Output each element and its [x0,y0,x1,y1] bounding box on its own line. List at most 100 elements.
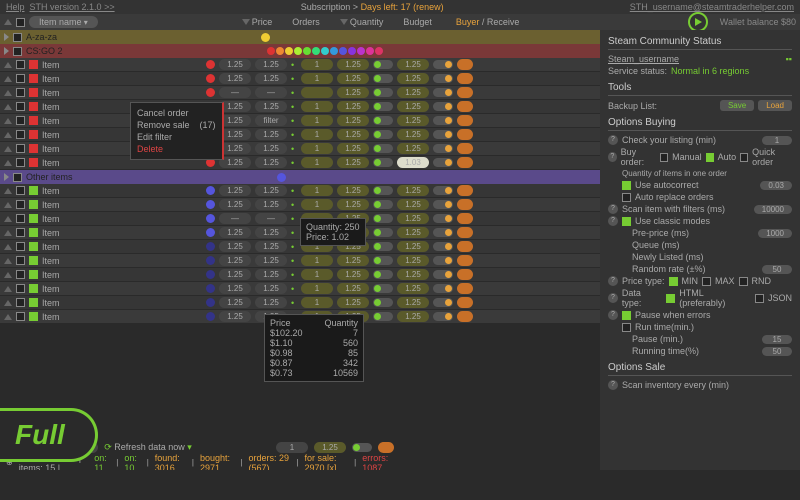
price-2[interactable]: 1.25 [255,255,287,266]
row-toggle-2[interactable] [433,130,453,139]
row-action[interactable] [457,101,473,112]
price-1[interactable]: 1.25 [219,269,251,280]
row-toggle[interactable] [373,228,393,237]
steam-user-link[interactable]: Steam_username [608,54,679,64]
price-2[interactable]: 1.25 [255,269,287,280]
load-button[interactable]: Load [758,100,792,111]
account-email[interactable]: STH_username@steamtraderhelper.com [630,2,794,12]
cb-manual[interactable] [660,153,668,162]
foot-action[interactable] [378,442,394,453]
qty[interactable]: 1 [301,143,333,154]
row-toggle-2[interactable] [433,186,453,195]
row-action[interactable] [457,129,473,140]
row-action[interactable] [457,199,473,210]
qty[interactable]: 1 [301,255,333,266]
row-toggle-2[interactable] [433,102,453,111]
palette-dot[interactable] [330,47,338,55]
row-checkbox[interactable] [16,74,25,83]
expand-icon[interactable] [4,188,12,194]
row-checkbox[interactable] [16,298,25,307]
expand-icon[interactable] [4,230,12,236]
receive[interactable]: 1.03 [397,157,429,168]
row-toggle-2[interactable] [433,144,453,153]
row-toggle[interactable] [373,74,393,83]
expand-icon[interactable] [4,216,12,222]
budget[interactable]: 1.25 [337,185,369,196]
price-1[interactable]: 1.25 [219,101,251,112]
row-checkbox[interactable] [16,158,25,167]
table-row[interactable]: Item1.251.25•11.251.25 [0,268,600,282]
row-toggle-2[interactable] [433,312,453,321]
cb-quick[interactable] [740,153,748,162]
row-toggle[interactable] [373,284,393,293]
row-checkbox[interactable] [16,88,25,97]
price-2[interactable]: filter [255,115,287,126]
table-row[interactable]: Item1.251.25•11.251.25 [0,58,600,72]
col-budget[interactable]: Budget [403,17,432,27]
group-header[interactable]: A-za-za [0,30,600,44]
row-action[interactable] [457,283,473,294]
receive[interactable]: 1.25 [397,59,429,70]
expand-icon[interactable] [4,300,12,306]
autocorrect-val[interactable]: 0.03 [760,181,792,190]
cb-min[interactable] [669,277,678,286]
budget[interactable]: 1.25 [337,297,369,308]
receive[interactable]: 1.25 [397,227,429,238]
qty[interactable]: 1 [301,101,333,112]
budget[interactable]: 1.25 [337,101,369,112]
row-toggle-2[interactable] [433,158,453,167]
row-toggle[interactable] [373,298,393,307]
item-name-dropdown[interactable]: Item name ▾ [29,16,98,28]
collapse-icon[interactable] [4,173,9,181]
refresh-link[interactable]: ⟳ Refresh data now ▾ [104,442,192,453]
expand-icon[interactable] [4,104,12,110]
palette-dot[interactable] [321,47,329,55]
price-1[interactable]: 1.25 [219,185,251,196]
cb-auto[interactable] [706,153,714,162]
palette-dot[interactable] [312,47,320,55]
cb-classic[interactable] [622,217,631,226]
price-1[interactable]: — [219,213,251,224]
listing-min-input[interactable]: 1 [762,136,792,145]
play-button[interactable] [688,12,708,32]
random-rate-input[interactable]: 50 [762,265,792,274]
row-toggle-2[interactable] [433,242,453,251]
row-checkbox[interactable] [16,116,25,125]
palette-dot[interactable] [267,47,275,55]
row-checkbox[interactable] [16,130,25,139]
row-toggle-2[interactable] [433,298,453,307]
price-2[interactable]: 1.25 [255,143,287,154]
row-toggle-2[interactable] [433,214,453,223]
collapse-icon[interactable] [4,33,9,41]
budget[interactable]: 1.25 [337,73,369,84]
qty[interactable]: 1 [301,283,333,294]
price-2[interactable]: 1.25 [255,241,287,252]
palette-dot[interactable] [285,47,293,55]
save-button[interactable]: Save [720,100,754,111]
row-toggle[interactable] [373,116,393,125]
expand-icon[interactable] [4,272,12,278]
group-header[interactable]: Other items [0,170,600,184]
row-checkbox[interactable] [16,214,25,223]
qty[interactable]: 1 [301,59,333,70]
price-1[interactable]: 1.25 [219,241,251,252]
col-quantity[interactable]: Quantity [340,17,384,27]
expand-icon[interactable] [4,244,12,250]
row-checkbox[interactable] [16,144,25,153]
row-checkbox[interactable] [16,60,25,69]
row-action[interactable] [457,87,473,98]
receive[interactable]: 1.25 [397,283,429,294]
receive[interactable]: 1.25 [397,213,429,224]
expand-icon[interactable] [4,90,12,96]
receive[interactable]: 1.25 [397,255,429,266]
row-toggle-2[interactable] [433,60,453,69]
receive[interactable]: 1.25 [397,101,429,112]
expand-icon[interactable] [4,146,12,152]
qty[interactable] [301,87,333,98]
price-2[interactable]: 1.25 [255,101,287,112]
row-toggle[interactable] [373,214,393,223]
foot-pill-1[interactable]: 1 [276,442,308,453]
receive[interactable]: 1.25 [397,269,429,280]
cb-runtime[interactable] [622,323,631,332]
qty[interactable]: 1 [301,157,333,168]
